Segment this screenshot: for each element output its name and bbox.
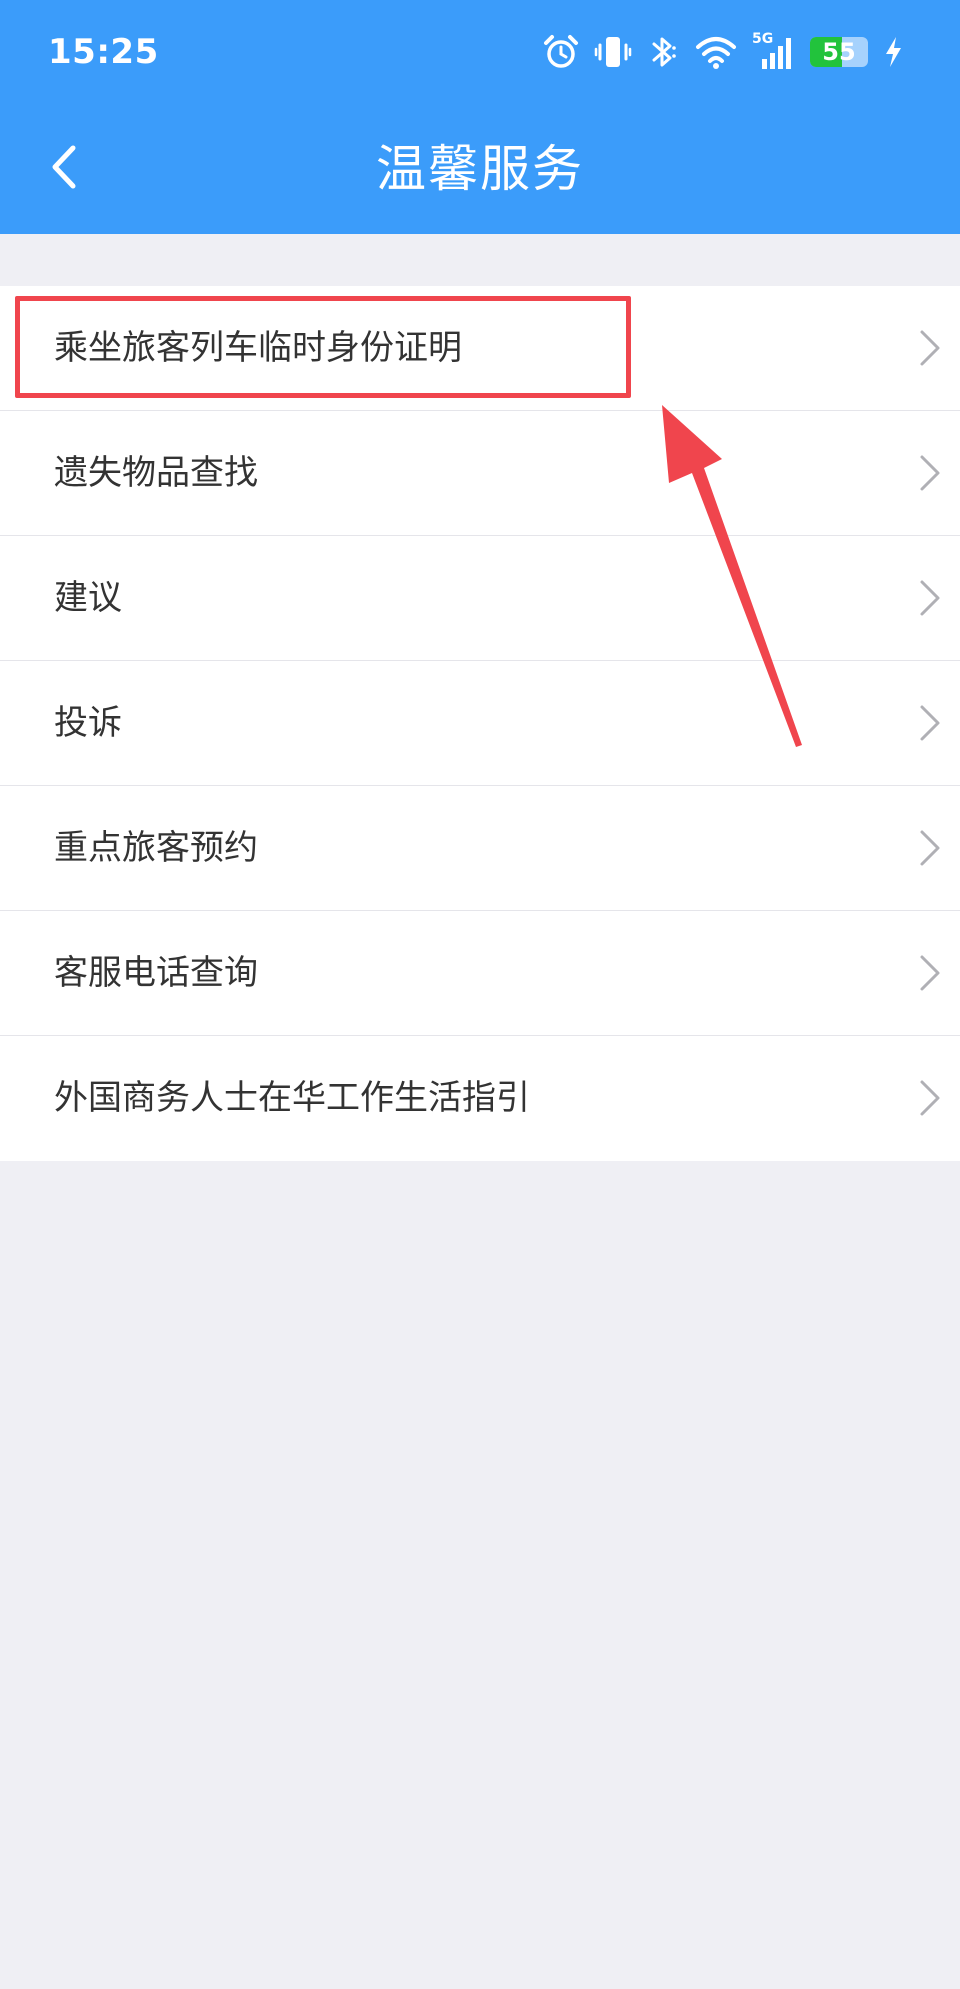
menu-item-foreign-business-guide[interactable]: 外国商务人士在华工作生活指引 (0, 1036, 960, 1161)
chevron-right-icon (918, 1078, 942, 1122)
menu-item-label: 乘坐旅客列车临时身份证明 (54, 328, 462, 368)
menu-item-label: 外国商务人士在华工作生活指引 (54, 1078, 530, 1118)
service-menu-list: 乘坐旅客列车临时身份证明 遗失物品查找 建议 投诉 重点旅客预约 客服电话查询 (0, 286, 960, 1161)
battery-level: 55 (822, 38, 856, 66)
menu-item-lost-items[interactable]: 遗失物品查找 (0, 411, 960, 536)
bluetooth-icon (646, 33, 680, 71)
app-header: 15:25 5G 55 温馨服务 (0, 0, 960, 234)
chevron-right-icon (918, 578, 942, 622)
chevron-right-icon (918, 703, 942, 747)
menu-item-label: 遗失物品查找 (54, 453, 258, 493)
status-bar: 15:25 5G 55 (0, 0, 960, 104)
menu-item-label: 建议 (54, 578, 122, 618)
status-time: 15:25 (48, 32, 159, 72)
battery-icon: 55 (810, 37, 868, 67)
wifi-icon (694, 33, 738, 71)
chevron-right-icon (918, 828, 942, 872)
menu-item-key-passenger-booking[interactable]: 重点旅客预约 (0, 786, 960, 911)
status-icons: 5G 55 (542, 30, 904, 74)
cellular-signal-icon: 5G (752, 31, 796, 71)
chevron-right-icon (918, 453, 942, 497)
menu-item-customer-service-phone[interactable]: 客服电话查询 (0, 911, 960, 1036)
menu-item-label: 客服电话查询 (54, 953, 258, 993)
chevron-right-icon (918, 953, 942, 997)
menu-item-label: 投诉 (54, 703, 122, 743)
alarm-icon (542, 33, 580, 71)
navigation-bar: 温馨服务 (0, 104, 960, 234)
charging-icon (882, 35, 904, 69)
menu-item-label: 重点旅客预约 (54, 828, 258, 868)
menu-item-temporary-id-certificate[interactable]: 乘坐旅客列车临时身份证明 (0, 286, 960, 411)
menu-item-suggestion[interactable]: 建议 (0, 536, 960, 661)
chevron-right-icon (918, 328, 942, 372)
menu-item-complaint[interactable]: 投诉 (0, 661, 960, 786)
page-title: 温馨服务 (376, 140, 584, 198)
vibrate-icon (594, 33, 632, 71)
